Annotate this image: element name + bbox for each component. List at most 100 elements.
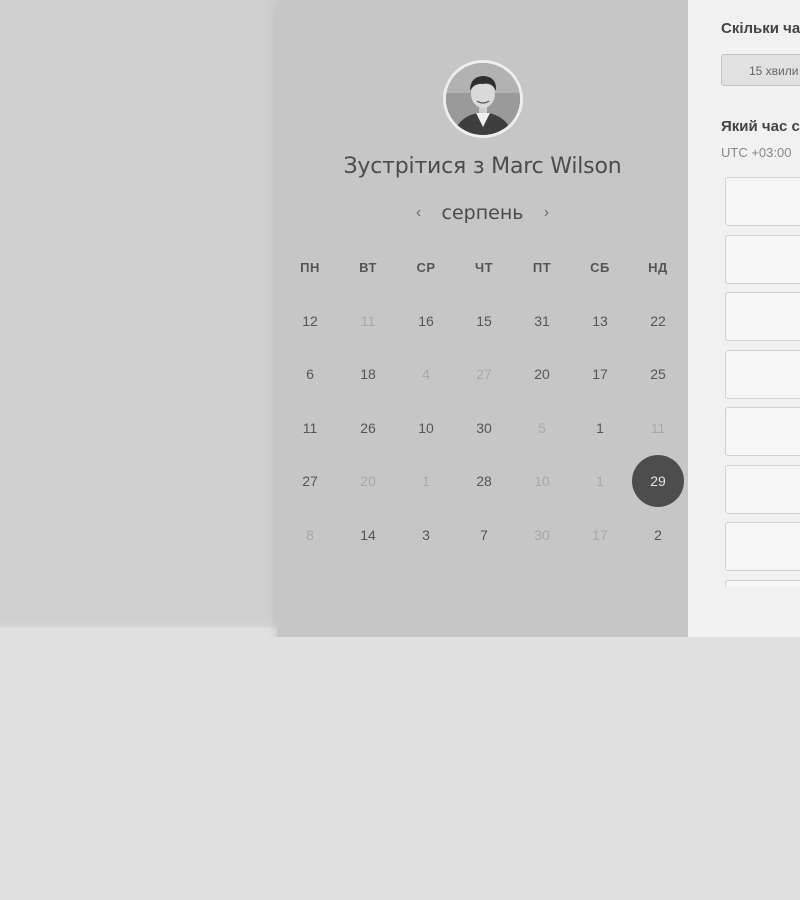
time-slot-list bbox=[725, 177, 800, 587]
month-navigator: ‹ серпень › bbox=[277, 199, 688, 227]
calendar-day-number: 4 bbox=[422, 366, 430, 383]
calendar-day-number: 30 bbox=[534, 526, 550, 543]
weekday-label: СБ bbox=[590, 259, 610, 275]
calendar-day-number: 11 bbox=[360, 312, 376, 329]
calendar-day[interactable]: 22 bbox=[629, 295, 687, 347]
calendar-day-number: 17 bbox=[592, 366, 608, 383]
calendar-day[interactable]: 26 bbox=[339, 402, 397, 454]
calendar-day-number: 25 bbox=[650, 366, 666, 383]
calendar-day[interactable]: 15 bbox=[455, 295, 513, 347]
calendar-day-number: 1 bbox=[596, 419, 604, 436]
calendar-day: 5 bbox=[513, 402, 571, 454]
calendar-day-number: 20 bbox=[360, 473, 376, 490]
weekday-label: ПТ bbox=[532, 259, 552, 275]
weekday-label: ПН bbox=[300, 259, 320, 275]
time-slot[interactable] bbox=[725, 292, 800, 341]
calendar-week-row: 6 18 4 27 20 17 25 bbox=[281, 348, 687, 402]
calendar-day: 27 bbox=[455, 348, 513, 400]
calendar-day[interactable]: 13 bbox=[571, 295, 629, 347]
time-slot[interactable] bbox=[725, 177, 800, 226]
left-background bbox=[0, 0, 277, 628]
calendar-day: 20 bbox=[339, 455, 397, 507]
calendar-day-number: 17 bbox=[592, 526, 608, 543]
weekday-label: СР bbox=[416, 259, 436, 275]
calendar-day[interactable]: 6 bbox=[281, 348, 339, 400]
calendar-day-number: 13 bbox=[592, 312, 608, 329]
calendar-day-number: 27 bbox=[302, 473, 318, 490]
calendar-day-number: 1 bbox=[422, 473, 430, 490]
calendar-day[interactable]: 10 bbox=[397, 402, 455, 454]
calendar-day[interactable]: 31 bbox=[513, 295, 571, 347]
time-selection-panel: Скільки ча 15 хвили Який час с UTC +03:0… bbox=[688, 0, 800, 637]
calendar-day-number: 10 bbox=[418, 419, 434, 436]
calendar-day-selected[interactable]: 29 bbox=[629, 455, 687, 508]
calendar-day[interactable]: 25 bbox=[629, 348, 687, 400]
page: Зустрітися з Marc Wilson ‹ серпень › ПН … bbox=[0, 0, 800, 900]
time-slot[interactable] bbox=[725, 407, 800, 456]
calendar-day-number: 31 bbox=[534, 312, 550, 329]
duration-option-button[interactable]: 15 хвили bbox=[721, 54, 800, 86]
calendar-day[interactable]: 18 bbox=[339, 348, 397, 400]
calendar-day[interactable]: 1 bbox=[571, 402, 629, 454]
calendar-day-number: 7 bbox=[480, 526, 488, 543]
time-slot[interactable] bbox=[725, 234, 800, 284]
calendar-day-number: 26 bbox=[360, 419, 376, 436]
calendar-grid: ПН ВТ СР ЧТ ПТ СБ НД 12 11 16 15 31 13 22 6 18 4 2… bbox=[281, 240, 687, 562]
calendar-day-number: 28 bbox=[476, 473, 492, 490]
calendar-day[interactable]: 28 bbox=[455, 455, 513, 507]
weekday-label: НД bbox=[648, 259, 668, 275]
time-slot[interactable] bbox=[725, 579, 800, 587]
meeting-title: Зустрітися з Marc Wilson bbox=[343, 154, 622, 179]
calendar-day: 11 bbox=[629, 402, 687, 454]
calendar-day-number: 15 bbox=[476, 312, 492, 329]
weekday-header: ПН ВТ СР ЧТ ПТ СБ НД bbox=[281, 240, 687, 294]
calendar-day[interactable]: 2 bbox=[629, 509, 687, 561]
calendar-day[interactable]: 14 bbox=[339, 509, 397, 561]
calendar-day[interactable]: 11 bbox=[281, 402, 339, 454]
time-slot[interactable] bbox=[725, 349, 800, 399]
calendar-day-number: 1 bbox=[596, 473, 604, 490]
calendar-day[interactable]: 17 bbox=[571, 348, 629, 400]
timezone-label[interactable]: UTC +03:00 bbox=[721, 145, 791, 160]
calendar-week-row: 8 14 3 7 30 17 2 bbox=[281, 508, 687, 562]
calendar-week-row: 12 11 16 15 31 13 22 bbox=[281, 294, 687, 348]
calendar-day-number: 3 bbox=[422, 526, 430, 543]
calendar-day-number: 30 bbox=[476, 419, 492, 436]
calendar-day-number: 2 bbox=[654, 526, 662, 543]
calendar-day-number: 18 bbox=[360, 366, 376, 383]
month-label: серпень bbox=[441, 202, 524, 224]
calendar-day-number: 11 bbox=[302, 419, 318, 436]
calendar-days: 12 11 16 15 31 13 22 6 18 4 27 20 17 25 11 26 10 30 5 1 11 27… bbox=[281, 294, 687, 562]
calendar-day[interactable]: 27 bbox=[281, 455, 339, 507]
calendar-day-number: 11 bbox=[650, 419, 666, 436]
calendar-day[interactable]: 12 bbox=[281, 295, 339, 347]
calendar-day-number: 29 bbox=[632, 455, 684, 508]
calendar-day: 11 bbox=[339, 295, 397, 347]
duration-question: Скільки ча bbox=[721, 20, 800, 37]
calendar-day[interactable]: 30 bbox=[455, 402, 513, 454]
page-background-lower bbox=[0, 637, 800, 900]
calendar-day: 10 bbox=[513, 455, 571, 507]
booking-panel: Зустрітися з Marc Wilson ‹ серпень › ПН … bbox=[277, 0, 688, 637]
calendar-day[interactable]: 3 bbox=[397, 509, 455, 561]
calendar-day[interactable]: 7 bbox=[455, 509, 513, 561]
calendar-day: 4 bbox=[397, 348, 455, 400]
calendar-day-number: 10 bbox=[534, 473, 550, 490]
next-month-chevron-right-icon[interactable]: › bbox=[535, 202, 557, 224]
calendar-day-number: 6 bbox=[306, 366, 314, 383]
calendar-week-row: 11 26 10 30 5 1 11 bbox=[281, 401, 687, 455]
calendar-day: 1 bbox=[397, 455, 455, 507]
calendar-day: 17 bbox=[571, 509, 629, 561]
calendar-day[interactable]: 16 bbox=[397, 295, 455, 347]
calendar-day[interactable]: 20 bbox=[513, 348, 571, 400]
time-slot[interactable] bbox=[725, 522, 800, 571]
host-avatar bbox=[443, 60, 523, 138]
time-slot[interactable] bbox=[725, 464, 800, 514]
weekday-label: ВТ bbox=[359, 259, 377, 275]
calendar-day-number: 20 bbox=[534, 366, 550, 383]
calendar-day-number: 5 bbox=[538, 419, 546, 436]
calendar-day-number: 14 bbox=[360, 526, 376, 543]
calendar-day-number: 8 bbox=[306, 526, 314, 543]
calendar-day: 1 bbox=[571, 455, 629, 507]
prev-month-chevron-left-icon[interactable]: ‹ bbox=[408, 202, 430, 224]
